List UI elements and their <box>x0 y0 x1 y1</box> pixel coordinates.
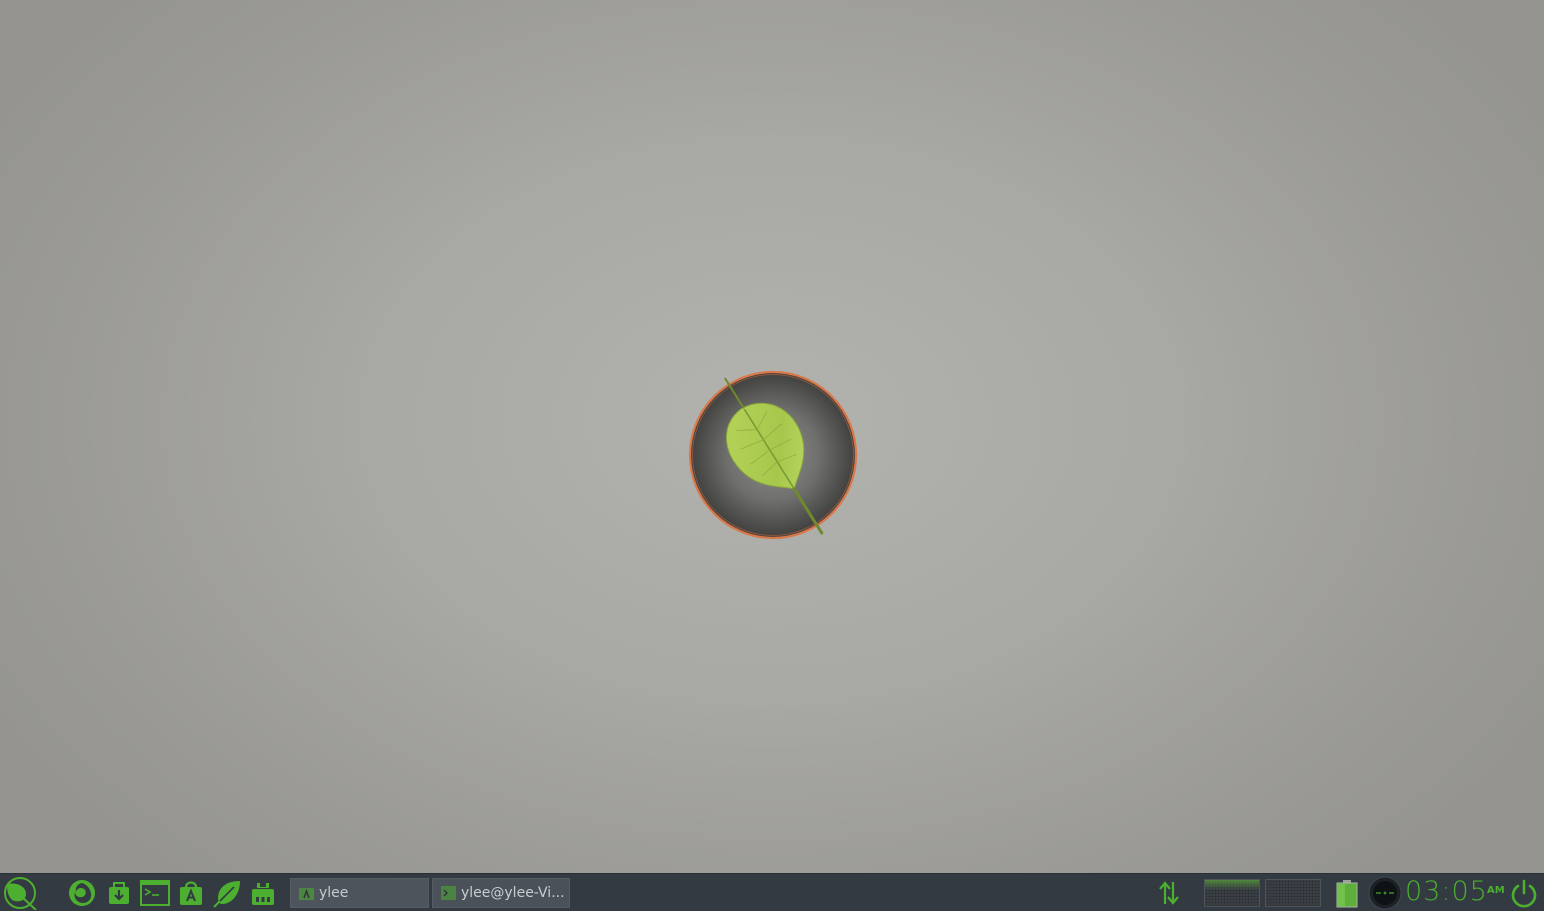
taskbar-task-file-manager[interactable]: ylee <box>290 878 429 908</box>
task-label: ylee@ylee-Vi... <box>461 885 565 901</box>
clock-ampm: AM <box>1487 885 1505 896</box>
task-label: ylee <box>319 885 349 901</box>
package-download-icon[interactable] <box>104 878 134 908</box>
power-icon[interactable] <box>1508 878 1540 908</box>
cpu-graph[interactable] <box>1204 879 1260 907</box>
volume-icon[interactable] <box>1368 876 1402 910</box>
leaf-menu-icon[interactable] <box>2 876 38 910</box>
firefox-icon[interactable] <box>67 878 97 908</box>
drive-icon[interactable] <box>248 878 278 908</box>
desktop[interactable] <box>0 0 1544 873</box>
folder-icon <box>299 888 314 900</box>
terminal-icon[interactable] <box>140 878 170 908</box>
leaf-icon[interactable] <box>212 878 242 908</box>
memory-graph[interactable] <box>1265 879 1321 907</box>
app-store-icon[interactable] <box>176 878 206 908</box>
clock-time[interactable]: 03:05 <box>1405 875 1488 909</box>
peppermint-leaf-logo <box>688 370 858 540</box>
network-icon[interactable] <box>1154 878 1184 908</box>
battery-icon[interactable] <box>1334 878 1360 908</box>
taskbar-task-terminal[interactable]: ylee@ylee-Vi... <box>432 878 570 908</box>
terminal-small-icon <box>441 886 456 900</box>
taskbar: ylee ylee@ylee-Vi... 03:05 AM <box>0 873 1544 911</box>
